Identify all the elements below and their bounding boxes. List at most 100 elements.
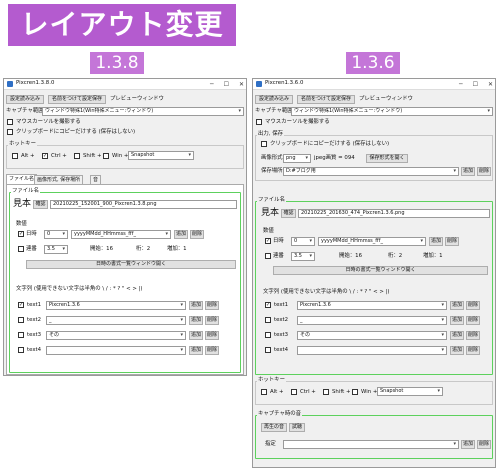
serial-order-select[interactable]: 3.5 ▾ xyxy=(44,245,68,254)
date-add-button[interactable]: 追加 xyxy=(174,230,188,239)
serial-digits[interactable]: 桁：2 xyxy=(136,246,150,252)
text2-checkbox[interactable] xyxy=(265,317,271,323)
text3-select[interactable]: その ▾ xyxy=(46,331,186,340)
alt-checkbox[interactable] xyxy=(12,153,18,159)
text4-delete-button[interactable]: 削除 xyxy=(205,346,219,355)
shift-checkbox[interactable] xyxy=(323,389,329,395)
open-date-format-list-button[interactable]: 日時の書式一覧ウィンドウ開く xyxy=(273,266,488,275)
text2-checkbox[interactable] xyxy=(18,317,24,323)
save-delete-button[interactable]: 削除 xyxy=(477,167,491,176)
preview-window-button[interactable]: プレビューウィンドウ xyxy=(359,96,413,102)
date-checkbox[interactable]: ✓ xyxy=(265,238,271,244)
jpeg-quality[interactable]: jpeg画質 = 094 xyxy=(314,155,355,161)
confirm-button[interactable]: 確認 xyxy=(33,200,48,209)
text4-add-button[interactable]: 追加 xyxy=(450,346,464,355)
text3-delete-button[interactable]: 削除 xyxy=(466,331,480,340)
text1-add-button[interactable]: 追加 xyxy=(450,301,464,310)
ctrl-checkbox[interactable] xyxy=(291,389,297,395)
sample-field[interactable]: 20210225_201630_474_Pixcren1.3.6.png xyxy=(298,209,490,218)
minimize-icon[interactable]: ─ xyxy=(210,81,214,88)
text4-delete-button[interactable]: 削除 xyxy=(466,346,480,355)
serial-increment[interactable]: 増加：1 xyxy=(423,253,443,259)
text1-add-button[interactable]: 追加 xyxy=(189,301,203,310)
text4-checkbox[interactable] xyxy=(18,347,24,353)
close-icon[interactable]: ✕ xyxy=(239,81,244,88)
win-checkbox[interactable] xyxy=(352,389,358,395)
text2-delete-button[interactable]: 削除 xyxy=(466,316,480,325)
serial-digits[interactable]: 桁：2 xyxy=(388,253,402,259)
capture-range-select[interactable]: ウィンドウ特殊1(Win特殊メニュー:ウィンドウ) ▾ xyxy=(291,107,493,116)
date-format-select[interactable]: yyyyMMdd_HHmmss_fff_ ▾ xyxy=(318,237,426,246)
hotkey-key-select[interactable]: Snapshot ▾ xyxy=(377,387,443,396)
date-order-select[interactable]: 0 ▾ xyxy=(44,230,68,239)
text1-checkbox[interactable]: ✓ xyxy=(265,302,271,308)
text4-select[interactable]: ▾ xyxy=(46,346,186,355)
date-add-button[interactable]: 追加 xyxy=(429,237,443,246)
sound-spec-select[interactable]: ▾ xyxy=(283,440,459,449)
text2-select[interactable]: _ ▾ xyxy=(46,316,186,325)
serial-increment[interactable]: 増加：1 xyxy=(167,246,187,252)
win-checkbox[interactable] xyxy=(103,153,109,159)
text3-add-button[interactable]: 追加 xyxy=(450,331,464,340)
alt-checkbox[interactable] xyxy=(261,389,267,395)
ctrl-checkbox[interactable]: ✓ xyxy=(42,153,48,159)
text2-add-button[interactable]: 追加 xyxy=(450,316,464,325)
tab-filename[interactable]: ファイル名 xyxy=(6,174,38,184)
sound-delete-button[interactable]: 削除 xyxy=(477,440,491,449)
text4-checkbox[interactable] xyxy=(265,347,271,353)
serial-start[interactable]: 開始：16 xyxy=(339,253,362,259)
format-select[interactable]: png ▾ xyxy=(283,154,311,163)
mouse-cursor-checkbox[interactable] xyxy=(256,119,262,125)
text1-delete-button[interactable]: 削除 xyxy=(466,301,480,310)
serial-order-select[interactable]: 3.5 ▾ xyxy=(291,252,315,261)
preview-window-button[interactable]: プレビューウィンドウ xyxy=(110,96,164,102)
date-delete-button[interactable]: 削除 xyxy=(190,230,204,239)
text3-add-button[interactable]: 追加 xyxy=(189,331,203,340)
sample-field[interactable]: 20210225_152001_900_Pixcren1.3.8.png xyxy=(50,200,237,209)
text1-select[interactable]: Pixcren1.3.6 ▾ xyxy=(46,301,186,310)
shift-checkbox[interactable] xyxy=(74,153,80,159)
play-sound-button[interactable]: 再生の音 xyxy=(261,423,287,432)
sound-add-button[interactable]: 追加 xyxy=(461,440,475,449)
text4-select[interactable]: ▾ xyxy=(297,346,447,355)
text4-add-button[interactable]: 追加 xyxy=(189,346,203,355)
save-settings-as-button[interactable]: 名前をつけて設定保存 xyxy=(297,95,355,104)
text1-delete-button[interactable]: 削除 xyxy=(205,301,219,310)
load-settings-button[interactable]: 設定読み込み xyxy=(255,95,293,104)
tab-sound[interactable]: 音 xyxy=(90,175,102,184)
date-delete-button[interactable]: 削除 xyxy=(445,237,459,246)
serial-start[interactable]: 開始：16 xyxy=(90,246,113,252)
mouse-cursor-checkbox[interactable] xyxy=(7,119,13,125)
hotkey-key-select[interactable]: Snapshot ▾ xyxy=(128,151,194,160)
date-format-select[interactable]: yyyyMMdd_HHmmss_fff_ ▾ xyxy=(71,230,171,239)
text3-select[interactable]: その ▾ xyxy=(297,331,447,340)
save-settings-as-button[interactable]: 名前をつけて設定保存 xyxy=(48,95,106,104)
serial-checkbox[interactable] xyxy=(265,253,271,259)
serial-checkbox[interactable] xyxy=(18,246,24,252)
text1-select[interactable]: Pixcren1.3.6 ▾ xyxy=(297,301,447,310)
save-add-button[interactable]: 追加 xyxy=(461,167,475,176)
text2-add-button[interactable]: 追加 xyxy=(189,316,203,325)
tab-format-save[interactable]: 画像形式, 保存場所 xyxy=(34,175,84,184)
open-date-format-list-button[interactable]: 日時の書式一覧ウィンドウ開く xyxy=(26,260,236,269)
minimize-icon[interactable]: ─ xyxy=(459,81,463,88)
maximize-icon[interactable]: ☐ xyxy=(473,81,478,88)
clipboard-only-checkbox[interactable] xyxy=(7,129,13,135)
confirm-button[interactable]: 確認 xyxy=(281,209,296,218)
test-sound-button[interactable]: 試聴 xyxy=(289,423,305,432)
maximize-icon[interactable]: ☐ xyxy=(224,81,229,88)
open-format-button[interactable]: 保存形式を開く xyxy=(366,154,408,163)
save-location-select[interactable]: D:#ブログ用 ▾ xyxy=(283,167,459,176)
capture-range-select[interactable]: ウィンドウ特殊1(Win特殊メニュー:ウィンドウ) ▾ xyxy=(42,107,244,116)
text3-delete-button[interactable]: 削除 xyxy=(205,331,219,340)
text3-checkbox[interactable] xyxy=(265,332,271,338)
text2-delete-button[interactable]: 削除 xyxy=(205,316,219,325)
text1-checkbox[interactable]: ✓ xyxy=(18,302,24,308)
load-settings-button[interactable]: 設定読み込み xyxy=(6,95,44,104)
date-checkbox[interactable]: ✓ xyxy=(18,231,24,237)
text2-select[interactable]: _ ▾ xyxy=(297,316,447,325)
date-order-select[interactable]: 0 ▾ xyxy=(291,237,315,246)
close-icon[interactable]: ✕ xyxy=(488,81,493,88)
clipboard-only-checkbox[interactable] xyxy=(261,141,267,147)
text3-checkbox[interactable] xyxy=(18,332,24,338)
